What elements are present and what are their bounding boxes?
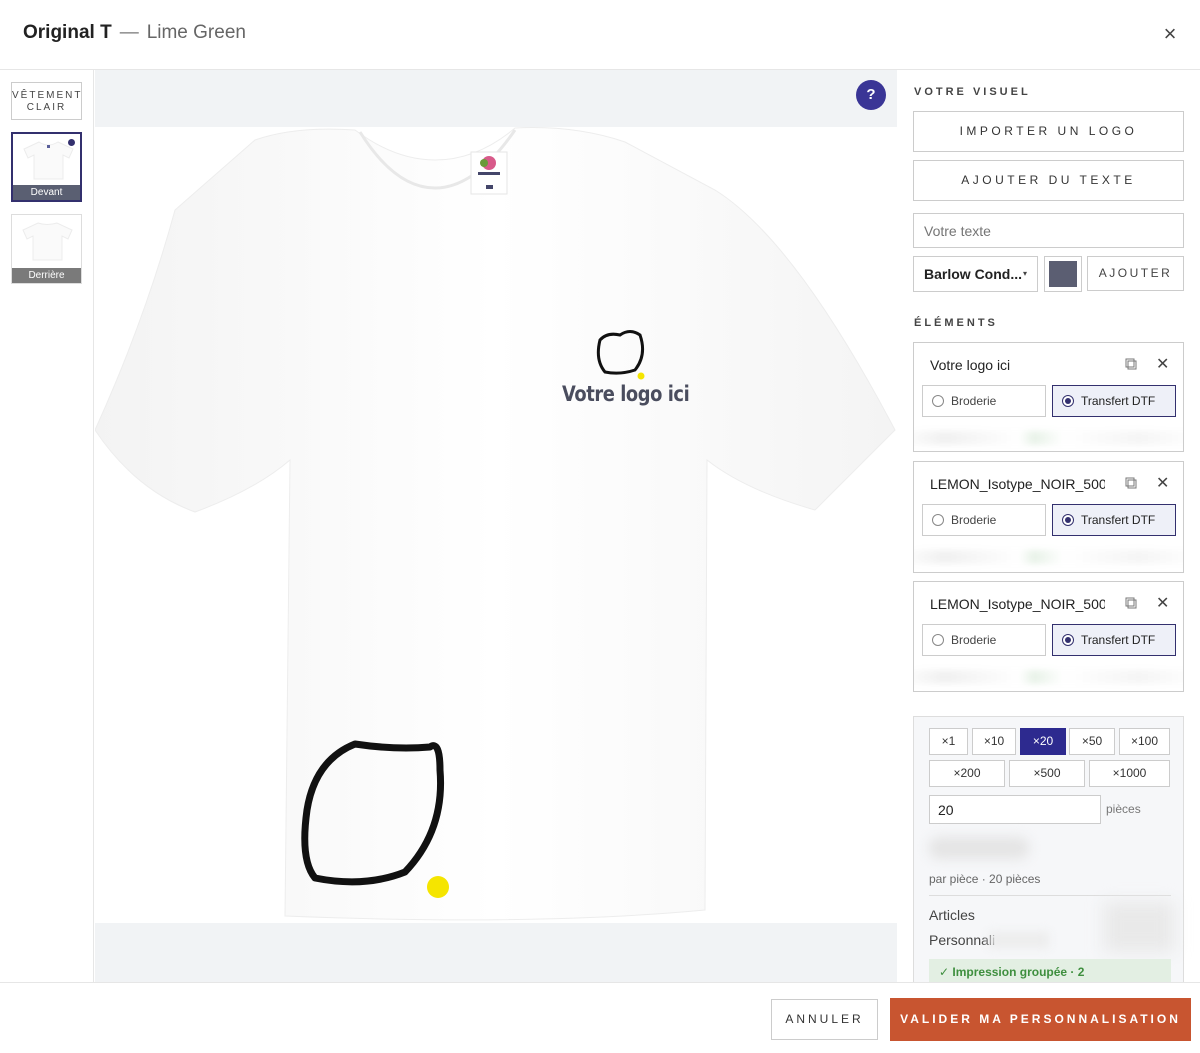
option-embroidery[interactable]: Broderie	[922, 504, 1046, 536]
text-color-picker[interactable]	[1044, 256, 1082, 292]
option-label: Broderie	[951, 633, 997, 647]
option-dtf-transfer[interactable]: Transfert DTF	[1052, 624, 1176, 656]
option-label: Broderie	[951, 513, 997, 527]
resize-handle-large[interactable]	[427, 876, 449, 898]
obscured-details	[914, 670, 1183, 684]
close-icon[interactable]: ×	[1158, 22, 1182, 46]
product-name: Original T	[23, 22, 112, 43]
option-label: Broderie	[951, 394, 997, 408]
qty-preset-50[interactable]: ×50	[1069, 728, 1115, 755]
active-view-dot	[68, 139, 75, 146]
element-name: LEMON_Isotype_NOIR_500	[930, 476, 1105, 492]
qty-preset-200[interactable]: ×200	[929, 760, 1005, 787]
resize-handle-small[interactable]	[637, 372, 645, 380]
font-select-value: Barlow Cond...	[924, 266, 1022, 282]
qty-preset-1[interactable]: ×1	[929, 728, 968, 755]
qty-preset-10[interactable]: ×10	[972, 728, 1016, 755]
quantity-panel: ×1 ×10 ×20 ×50 ×100 ×200 ×500 ×1000 pièc…	[913, 716, 1184, 982]
help-button[interactable]: ?	[856, 80, 886, 110]
duplicate-icon[interactable]	[1125, 477, 1137, 489]
visual-section-title: VOTRE VISUEL	[914, 86, 1031, 98]
view-label-back: Derrière	[12, 268, 81, 283]
quantity-input[interactable]	[929, 795, 1101, 824]
modal-footer: ANNULER VALIDER MA PERSONNALISATION	[0, 982, 1200, 1053]
cancel-button[interactable]: ANNULER	[771, 999, 878, 1040]
color-swatch-fill	[1049, 261, 1077, 287]
view-selector-rail: VÊTEMENT CLAIR Devant Derrière	[0, 70, 94, 982]
element-card[interactable]: Votre logo ici ✕ Broderie Transfert DTF	[913, 342, 1184, 452]
back-shirt-thumbnail	[22, 222, 73, 261]
garment-tone-toggle[interactable]: VÊTEMENT CLAIR	[11, 82, 82, 120]
radio-selected-icon	[1062, 395, 1074, 407]
qty-preset-20[interactable]: ×20	[1020, 728, 1066, 755]
obscured-details	[914, 431, 1183, 445]
front-shirt-thumbnail	[23, 141, 74, 180]
quantity-unit: pièces	[1106, 802, 1141, 816]
chevron-down-icon: ▾	[1022, 269, 1027, 278]
text-input[interactable]	[913, 213, 1184, 248]
radio-selected-icon	[1062, 514, 1074, 526]
tshirt-mockup	[95, 127, 896, 921]
option-embroidery[interactable]: Broderie	[922, 385, 1046, 417]
design-canvas[interactable]: Votre logo ici ?	[95, 70, 897, 982]
modal-title: Original T — Lime Green	[23, 22, 246, 44]
delete-icon[interactable]: ✕	[1156, 473, 1169, 493]
qty-preset-100[interactable]: ×100	[1119, 728, 1170, 755]
logo-placeholder-text[interactable]: Votre logo ici	[562, 382, 690, 406]
elements-section-title: ÉLÉMENTS	[914, 317, 998, 329]
delete-icon[interactable]: ✕	[1156, 593, 1169, 613]
personalisation-label: Personnali	[929, 932, 996, 948]
validate-customization-button[interactable]: VALIDER MA PERSONNALISATION	[890, 998, 1191, 1041]
radio-icon	[932, 634, 944, 646]
label-obscured	[989, 932, 1049, 948]
element-card[interactable]: LEMON_Isotype_NOIR_500 ✕ Broderie Transf…	[913, 581, 1184, 692]
price-breakdown-obscured	[1104, 902, 1174, 952]
customization-panel: VOTRE VISUEL IMPORTER UN LOGO AJOUTER DU…	[898, 70, 1200, 982]
delete-icon[interactable]: ✕	[1156, 354, 1169, 374]
option-dtf-transfer[interactable]: Transfert DTF	[1052, 385, 1176, 417]
add-text-submit-button[interactable]: AJOUTER	[1087, 256, 1184, 291]
duplicate-icon[interactable]	[1125, 597, 1137, 609]
option-dtf-transfer[interactable]: Transfert DTF	[1052, 504, 1176, 536]
element-card[interactable]: LEMON_Isotype_NOIR_500 ✕ Broderie Transf…	[913, 461, 1184, 573]
modal-header: Original T — Lime Green ×	[0, 0, 1200, 70]
qty-preset-500[interactable]: ×500	[1009, 760, 1085, 787]
view-label-front: Devant	[13, 185, 80, 200]
view-thumb-front[interactable]: Devant	[11, 132, 82, 202]
radio-icon	[932, 395, 944, 407]
option-label: Transfert DTF	[1081, 394, 1156, 408]
add-text-button[interactable]: AJOUTER DU TEXTE	[913, 160, 1184, 201]
duplicate-icon[interactable]	[1125, 358, 1137, 370]
title-separator: —	[119, 22, 139, 43]
radio-icon	[932, 514, 944, 526]
view-thumb-back[interactable]: Derrière	[11, 214, 82, 284]
option-label: Transfert DTF	[1081, 633, 1156, 647]
import-logo-button[interactable]: IMPORTER UN LOGO	[913, 111, 1184, 152]
option-label: Transfert DTF	[1081, 513, 1156, 527]
qty-preset-1000[interactable]: ×1000	[1089, 760, 1170, 787]
font-select[interactable]: Barlow Cond... ▾	[913, 256, 1038, 292]
obscured-details	[914, 550, 1183, 564]
radio-selected-icon	[1062, 634, 1074, 646]
unit-price-obscured	[929, 837, 1029, 859]
element-name: LEMON_Isotype_NOIR_500	[930, 596, 1105, 612]
articles-label: Articles	[929, 907, 975, 923]
product-color-name: Lime Green	[146, 22, 246, 43]
per-piece-label: par pièce · 20 pièces	[929, 872, 1041, 886]
divider	[929, 895, 1171, 896]
element-name: Votre logo ici	[930, 357, 1011, 373]
grouped-print-badge: ✓ Impression groupée · 2	[929, 959, 1171, 982]
option-embroidery[interactable]: Broderie	[922, 624, 1046, 656]
